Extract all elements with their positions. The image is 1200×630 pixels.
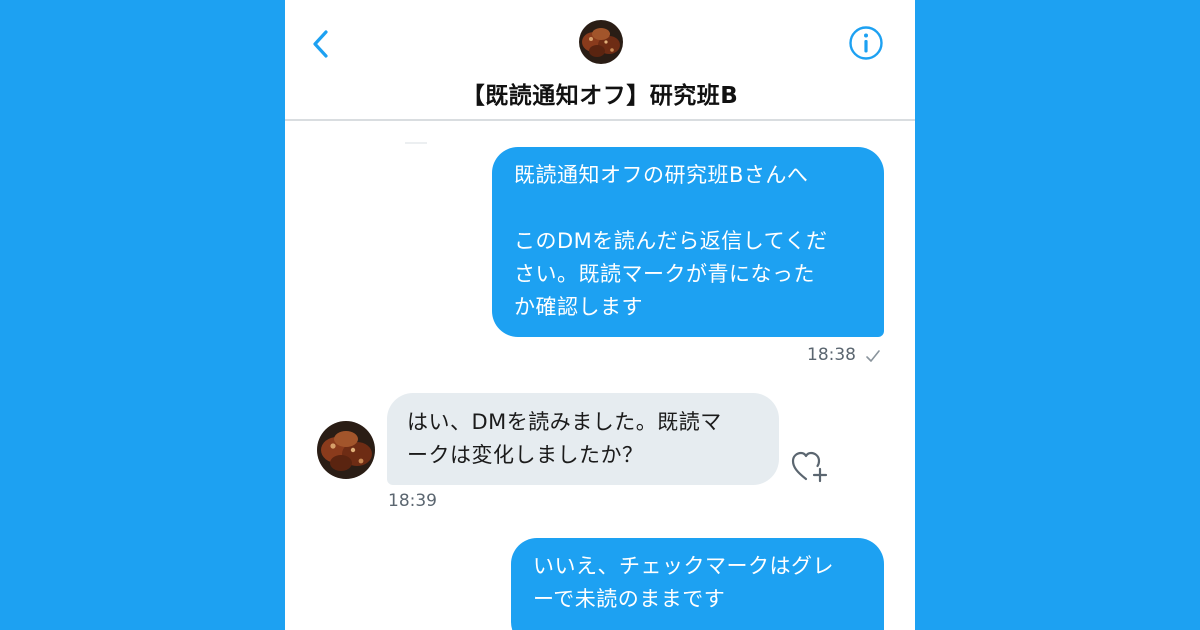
dm-conversation-screen: 【既読通知オフ】研究班B 既読通知オフの研究班Bさんへ このDMを読んだら返信し… — [285, 0, 915, 630]
message-text: 既読通知オフの研究班Bさんへ このDMを読んだら返信してくだ さい。既読マークが… — [514, 163, 828, 319]
back-button[interactable] — [307, 26, 335, 62]
message-timestamp: 18:38 — [807, 345, 856, 365]
conversation-header: 【既読通知オフ】研究班B — [285, 0, 915, 121]
message-text: はい、DMを読みました。既読マ ークは変化しましたか？ — [407, 410, 722, 467]
message-timestamp: 18:39 — [388, 491, 437, 511]
conversation-avatar[interactable] — [579, 20, 623, 64]
message-thread[interactable]: 既読通知オフの研究班Bさんへ このDMを読んだら返信してくだ さい。既読マークが… — [285, 121, 915, 630]
chevron-left-icon — [313, 30, 328, 58]
like-message-button[interactable] — [790, 449, 830, 485]
heart-plus-icon — [791, 451, 828, 483]
sent-check-icon — [866, 350, 880, 362]
avatar-photo — [579, 20, 623, 64]
outgoing-message-bubble[interactable]: 既読通知オフの研究班Bさんへ このDMを読んだら返信してくだ さい。既読マークが… — [492, 147, 884, 337]
outgoing-message-bubble[interactable]: いいえ、チェックマークはグレ ーで未読のままです — [511, 538, 884, 630]
scroll-divider — [405, 142, 427, 144]
incoming-message-bubble[interactable]: はい、DMを読みました。既読マ ークは変化しましたか？ — [387, 393, 779, 485]
sender-avatar[interactable] — [317, 421, 375, 479]
info-button[interactable] — [847, 24, 885, 62]
info-icon — [849, 26, 883, 60]
conversation-title: 【既読通知オフ】研究班B — [461, 83, 739, 109]
message-text: いいえ、チェックマークはグレ ーで未読のままです — [533, 554, 834, 611]
avatar-photo — [317, 421, 375, 479]
